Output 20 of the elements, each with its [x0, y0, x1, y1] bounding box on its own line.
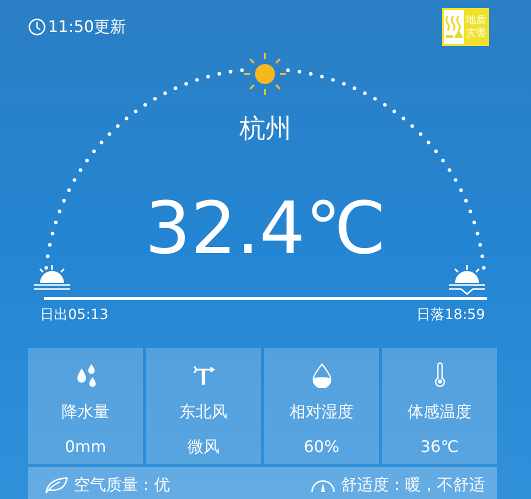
detail-value: 60%: [304, 437, 340, 456]
detail-value: 微风: [188, 437, 220, 458]
city-name: 杭州: [240, 113, 292, 146]
sun-icon: [243, 52, 287, 96]
sunset-icon: [448, 264, 486, 296]
clock-icon: [28, 18, 46, 36]
air-quality: 空气质量：优: [74, 474, 170, 496]
detail-label: 东北风: [180, 402, 228, 423]
detail-label: 降水量: [62, 402, 110, 423]
sunrise-icon: [33, 264, 71, 290]
sunrise-time: 日出05:13: [40, 306, 108, 324]
sunset-time: 日落18:59: [416, 306, 485, 324]
detail-label: 体感温度: [408, 402, 472, 423]
temperature: 32.4℃: [144, 188, 386, 268]
detail-value: 36℃: [420, 437, 459, 456]
warning-badge[interactable]: 地质 灾害: [442, 8, 489, 46]
detail-value: 0mm: [64, 437, 106, 456]
update-time: 11:50更新: [48, 16, 126, 38]
detail-label: 相对湿度: [290, 402, 354, 423]
comfort-level: 舒适度：暖，不舒适: [341, 474, 485, 496]
